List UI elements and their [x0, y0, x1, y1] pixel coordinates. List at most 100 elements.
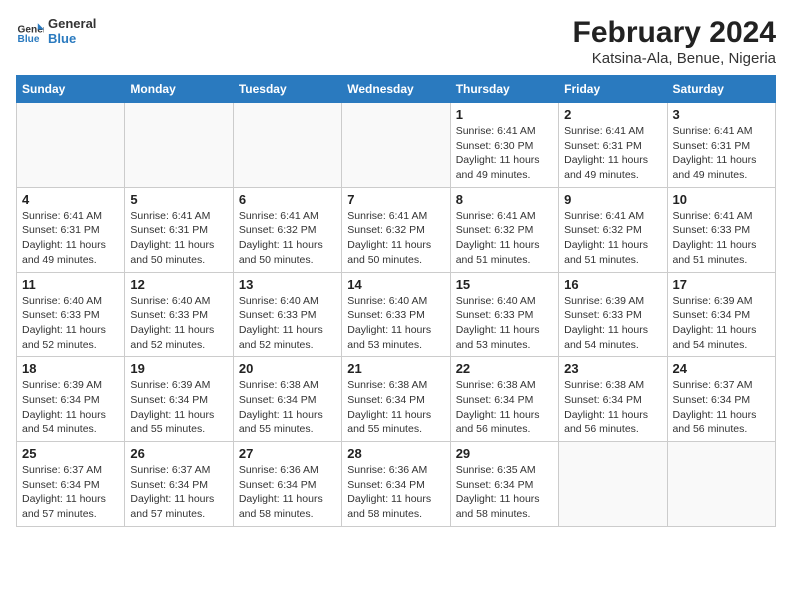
calendar-cell: 11 Sunrise: 6:40 AM Sunset: 6:33 PM Dayli… — [17, 272, 125, 357]
logo-icon: General Blue — [16, 17, 44, 45]
day-number: 29 — [456, 446, 553, 461]
day-info: Sunrise: 6:38 AM Sunset: 6:34 PM Dayligh… — [564, 378, 661, 437]
day-number: 26 — [130, 446, 227, 461]
day-number: 22 — [456, 361, 553, 376]
day-info: Sunrise: 6:36 AM Sunset: 6:34 PM Dayligh… — [347, 463, 444, 522]
calendar-cell: 16Sunrise: 6:39 AM Sunset: 6:33 PM Dayli… — [559, 272, 667, 357]
day-info: Sunrise: 6:39 AM Sunset: 6:33 PM Dayligh… — [564, 294, 661, 353]
calendar-title: February 2024 — [573, 16, 776, 50]
day-number: 10 — [673, 192, 770, 207]
calendar-cell: 17 Sunrise: 6:39 AM Sunset: 6:34 PM Dayli… — [667, 272, 775, 357]
header: General Blue General Blue February 2024 … — [16, 16, 776, 67]
calendar-cell: 9Sunrise: 6:41 AM Sunset: 6:32 PM Daylig… — [559, 187, 667, 272]
day-info: Sunrise: 6:39 AM Sunset: 6:34 PM Dayligh… — [673, 294, 770, 353]
svg-text:Blue: Blue — [18, 34, 40, 45]
day-number: 1 — [456, 107, 553, 122]
day-info: Sunrise: 6:39 AM Sunset: 6:34 PM Dayligh… — [22, 378, 119, 437]
day-number: 3 — [673, 107, 770, 122]
header-tuesday: Tuesday — [233, 76, 341, 103]
week-row-4: 25 Sunrise: 6:37 AM Sunset: 6:34 PM Dayli… — [17, 442, 776, 527]
day-number: 4 — [22, 192, 119, 207]
calendar-cell — [667, 442, 775, 527]
day-info: Sunrise: 6:37 AM Sunset: 6:34 PM Dayligh… — [22, 463, 119, 522]
calendar-cell — [233, 103, 341, 188]
calendar-cell: 23 Sunrise: 6:38 AM Sunset: 6:34 PM Dayli… — [559, 357, 667, 442]
day-info: Sunrise: 6:41 AM Sunset: 6:30 PM Dayligh… — [456, 124, 553, 183]
calendar-cell: 27 Sunrise: 6:36 AM Sunset: 6:34 PM Dayli… — [233, 442, 341, 527]
day-number: 18 — [22, 361, 119, 376]
logo-general: General — [48, 16, 96, 31]
day-number: 28 — [347, 446, 444, 461]
day-info: Sunrise: 6:40 AM Sunset: 6:33 PM Dayligh… — [347, 294, 444, 353]
day-info: Sunrise: 6:41 AM Sunset: 6:31 PM Dayligh… — [673, 124, 770, 183]
calendar-cell: 12 Sunrise: 6:40 AM Sunset: 6:33 PM Dayli… — [125, 272, 233, 357]
calendar-cell: 24Sunrise: 6:37 AM Sunset: 6:34 PM Dayli… — [667, 357, 775, 442]
calendar-cell — [342, 103, 450, 188]
calendar-cell: 15Sunrise: 6:40 AM Sunset: 6:33 PM Dayli… — [450, 272, 558, 357]
day-number: 15 — [456, 277, 553, 292]
title-area: February 2024 Katsina-Ala, Benue, Nigeri… — [573, 16, 776, 67]
day-number: 25 — [22, 446, 119, 461]
calendar-cell: 4Sunrise: 6:41 AM Sunset: 6:31 PM Daylig… — [17, 187, 125, 272]
calendar-cell: 22 Sunrise: 6:38 AM Sunset: 6:34 PM Dayli… — [450, 357, 558, 442]
day-number: 11 — [22, 277, 119, 292]
header-saturday: Saturday — [667, 76, 775, 103]
calendar-cell — [559, 442, 667, 527]
header-thursday: Thursday — [450, 76, 558, 103]
day-info: Sunrise: 6:41 AM Sunset: 6:31 PM Dayligh… — [564, 124, 661, 183]
day-number: 27 — [239, 446, 336, 461]
calendar-cell: 10 Sunrise: 6:41 AM Sunset: 6:33 PM Dayli… — [667, 187, 775, 272]
day-info: Sunrise: 6:38 AM Sunset: 6:34 PM Dayligh… — [456, 378, 553, 437]
day-info: Sunrise: 6:41 AM Sunset: 6:32 PM Dayligh… — [347, 209, 444, 268]
day-info: Sunrise: 6:41 AM Sunset: 6:32 PM Dayligh… — [239, 209, 336, 268]
day-info: Sunrise: 6:39 AM Sunset: 6:34 PM Dayligh… — [130, 378, 227, 437]
day-number: 9 — [564, 192, 661, 207]
calendar-cell: 25 Sunrise: 6:37 AM Sunset: 6:34 PM Dayli… — [17, 442, 125, 527]
day-number: 13 — [239, 277, 336, 292]
calendar-cell: 13 Sunrise: 6:40 AM Sunset: 6:33 PM Dayli… — [233, 272, 341, 357]
day-number: 2 — [564, 107, 661, 122]
day-info: Sunrise: 6:40 AM Sunset: 6:33 PM Dayligh… — [239, 294, 336, 353]
day-number: 19 — [130, 361, 227, 376]
day-info: Sunrise: 6:35 AM Sunset: 6:34 PM Dayligh… — [456, 463, 553, 522]
day-info: Sunrise: 6:38 AM Sunset: 6:34 PM Dayligh… — [347, 378, 444, 437]
calendar-table: SundayMondayTuesdayWednesdayThursdayFrid… — [16, 75, 776, 527]
calendar-cell: 6 Sunrise: 6:41 AM Sunset: 6:32 PM Daylig… — [233, 187, 341, 272]
calendar-header-row: SundayMondayTuesdayWednesdayThursdayFrid… — [17, 76, 776, 103]
day-info: Sunrise: 6:40 AM Sunset: 6:33 PM Dayligh… — [130, 294, 227, 353]
calendar-cell: 21Sunrise: 6:38 AM Sunset: 6:34 PM Dayli… — [342, 357, 450, 442]
day-number: 6 — [239, 192, 336, 207]
day-number: 14 — [347, 277, 444, 292]
day-number: 12 — [130, 277, 227, 292]
week-row-1: 4 Sunrise: 6:41 AM Sunset: 6:31 PM Daylig… — [17, 187, 776, 272]
day-number: 5 — [130, 192, 227, 207]
day-number: 8 — [456, 192, 553, 207]
calendar-cell: 1 Sunrise: 6:41 AM Sunset: 6:30 PM Daylig… — [450, 103, 558, 188]
calendar-cell: 28 Sunrise: 6:36 AM Sunset: 6:34 PM Dayli… — [342, 442, 450, 527]
week-row-3: 18 Sunrise: 6:39 AM Sunset: 6:34 PM Dayli… — [17, 357, 776, 442]
calendar-cell: 20Sunrise: 6:38 AM Sunset: 6:34 PM Dayli… — [233, 357, 341, 442]
day-number: 23 — [564, 361, 661, 376]
week-row-2: 11 Sunrise: 6:40 AM Sunset: 6:33 PM Dayli… — [17, 272, 776, 357]
calendar-cell — [125, 103, 233, 188]
day-number: 17 — [673, 277, 770, 292]
day-info: Sunrise: 6:41 AM Sunset: 6:32 PM Dayligh… — [456, 209, 553, 268]
day-number: 24 — [673, 361, 770, 376]
day-number: 7 — [347, 192, 444, 207]
day-info: Sunrise: 6:40 AM Sunset: 6:33 PM Dayligh… — [22, 294, 119, 353]
calendar-cell: 5 Sunrise: 6:41 AM Sunset: 6:31 PM Daylig… — [125, 187, 233, 272]
calendar-cell — [17, 103, 125, 188]
week-row-0: 1 Sunrise: 6:41 AM Sunset: 6:30 PM Daylig… — [17, 103, 776, 188]
calendar-cell: 26Sunrise: 6:37 AM Sunset: 6:34 PM Dayli… — [125, 442, 233, 527]
day-info: Sunrise: 6:41 AM Sunset: 6:33 PM Dayligh… — [673, 209, 770, 268]
calendar-cell: 19 Sunrise: 6:39 AM Sunset: 6:34 PM Dayli… — [125, 357, 233, 442]
calendar-cell: 29 Sunrise: 6:35 AM Sunset: 6:34 PM Dayli… — [450, 442, 558, 527]
day-info: Sunrise: 6:41 AM Sunset: 6:31 PM Dayligh… — [130, 209, 227, 268]
day-number: 20 — [239, 361, 336, 376]
logo-blue: Blue — [48, 31, 96, 46]
header-wednesday: Wednesday — [342, 76, 450, 103]
header-monday: Monday — [125, 76, 233, 103]
logo: General Blue General Blue — [16, 16, 96, 46]
day-info: Sunrise: 6:36 AM Sunset: 6:34 PM Dayligh… — [239, 463, 336, 522]
calendar-cell: 18 Sunrise: 6:39 AM Sunset: 6:34 PM Dayli… — [17, 357, 125, 442]
